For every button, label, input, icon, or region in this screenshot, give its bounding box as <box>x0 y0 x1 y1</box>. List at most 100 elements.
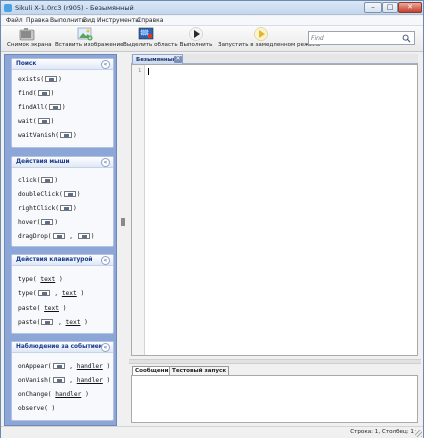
menu-run[interactable]: Выполнить <box>50 17 85 24</box>
insert-image-label: Вставить изображение <box>55 42 124 48</box>
cmd-text: ) <box>61 104 66 111</box>
cmd-waitvanish[interactable]: waitVanish() <box>18 132 77 139</box>
cmd-text: findAll( <box>18 104 48 111</box>
cmd-text: rightClick( <box>18 205 59 212</box>
cmd-observe[interactable]: observe( ) <box>18 405 55 412</box>
menu-help[interactable]: Справка <box>137 17 163 24</box>
panel-mouse-title: Действия мыши <box>16 159 70 165</box>
cmd-text: onVanish( <box>18 377 52 384</box>
cmd-exists[interactable]: exists() <box>18 76 62 83</box>
image-thumb-icon <box>41 319 54 325</box>
menu-edit[interactable]: Правка <box>26 17 49 24</box>
collapse-icon[interactable]: « <box>101 60 110 69</box>
cmd-text: hover( <box>18 219 41 226</box>
menu-view[interactable]: Вид <box>83 17 95 24</box>
cmd-text: ) <box>58 76 62 83</box>
sidebar-splitter[interactable] <box>119 54 128 426</box>
image-thumb-icon <box>52 377 65 383</box>
cmd-text: ) <box>76 191 81 198</box>
run-slow-button[interactable]: Запустить в замедленном режиме <box>218 27 320 51</box>
tab-untitled[interactable]: Безымянный ✕ <box>132 54 183 64</box>
cmd-text: ) <box>72 132 77 139</box>
text-caret <box>148 68 149 75</box>
cmd-type-image-text[interactable]: type( , text ) <box>18 290 84 297</box>
insert-image-icon <box>77 27 93 41</box>
close-button[interactable]: ✕ <box>398 2 422 13</box>
cmd-text: paste( <box>18 305 45 312</box>
cmd-text: ) <box>50 90 55 97</box>
cmd-onappear[interactable]: onAppear( , handler ) <box>18 363 110 370</box>
cmd-text: ) <box>102 363 111 370</box>
minimize-button[interactable]: – <box>364 2 382 13</box>
panel-keyboard-title: Действия клавиатурой <box>16 257 93 263</box>
splitter-grip-icon[interactable] <box>121 218 125 226</box>
menu-tools[interactable]: Инструменты <box>97 17 140 24</box>
cmd-onvanish[interactable]: onVanish( , handler ) <box>18 377 110 384</box>
cmd-text: type( <box>18 276 41 283</box>
cmd-find[interactable]: find() <box>18 90 54 97</box>
collapse-icon[interactable]: « <box>101 158 110 167</box>
collapse-icon[interactable]: « <box>101 256 110 265</box>
image-thumb-icon <box>48 104 61 110</box>
cmd-hover[interactable]: hover() <box>18 219 58 226</box>
cmd-text: ) <box>51 405 56 412</box>
panel-find-header[interactable]: Поиск « <box>12 59 113 70</box>
cmd-rightclick[interactable]: rightClick() <box>18 205 77 212</box>
cmd-text: ) <box>102 377 111 384</box>
cmd-text: , <box>65 363 77 370</box>
panel-find-title: Поиск <box>16 61 37 67</box>
search-input[interactable] <box>311 34 401 43</box>
cmd-arg: handler <box>55 391 82 398</box>
cmd-text: exists( <box>18 76 45 83</box>
screenshot-button[interactable]: Снимок экрана <box>7 27 52 51</box>
tab-close-icon[interactable]: ✕ <box>174 56 182 63</box>
image-thumb-icon <box>41 177 54 183</box>
cmd-text: ) <box>54 219 59 226</box>
cmd-text: , <box>50 290 62 297</box>
cmd-paste-text[interactable]: paste( text ) <box>18 305 66 312</box>
panel-keyboard-header[interactable]: Действия клавиатурой « <box>12 255 113 266</box>
menu-file[interactable]: Файл <box>6 17 23 24</box>
cmd-dragdrop[interactable]: dragDrop( , ) <box>18 233 94 240</box>
select-region-button[interactable]: Выделить область <box>123 27 178 51</box>
collapse-icon[interactable]: « <box>101 343 110 352</box>
tab-test-run[interactable]: Тестовый запуск <box>169 366 230 375</box>
editor-console-splitter[interactable] <box>129 359 421 364</box>
cmd-text: onChange( <box>18 391 56 398</box>
search-box <box>308 31 415 45</box>
cmd-arg: text <box>65 319 81 326</box>
select-region-icon <box>138 27 154 40</box>
run-button[interactable]: Выполнить <box>177 27 215 51</box>
cmd-text: ) <box>55 276 63 283</box>
cmd-onchange[interactable]: onChange( handler ) <box>18 391 89 398</box>
camera-icon <box>19 28 35 41</box>
cmd-text: type( <box>18 290 37 297</box>
cmd-text: ) <box>58 305 67 312</box>
maximize-button[interactable]: □ <box>382 2 398 13</box>
insert-image-button[interactable]: Вставить изображение <box>55 27 124 51</box>
code-editor[interactable] <box>131 64 418 356</box>
tab-label: Безымянный <box>136 57 177 63</box>
cmd-text: ) <box>76 290 85 297</box>
cmd-findall[interactable]: findAll() <box>18 104 66 111</box>
image-thumb-icon <box>37 290 50 296</box>
cmd-arg: text <box>40 276 56 283</box>
search-icon[interactable] <box>402 34 411 43</box>
cmd-text: paste( <box>18 319 41 326</box>
cmd-paste-image-text[interactable]: paste( , text ) <box>18 319 88 326</box>
app-icon <box>4 4 12 12</box>
cmd-wait[interactable]: wait() <box>18 118 54 125</box>
image-thumb-icon <box>45 76 58 82</box>
cmd-doubleclick[interactable]: doubleClick() <box>18 191 80 198</box>
cmd-text: doubleClick( <box>18 191 63 198</box>
panel-observe-header[interactable]: Наблюдение за событием « <box>12 342 113 353</box>
message-console[interactable] <box>131 375 418 423</box>
cmd-click[interactable]: click() <box>18 177 58 184</box>
resize-grip-icon[interactable] <box>415 430 422 437</box>
cmd-type-text[interactable]: type( text ) <box>18 276 63 283</box>
command-sidebar: Поиск « exists() find() findAll() wait()… <box>4 54 117 426</box>
image-thumb-icon <box>59 132 72 138</box>
cmd-arg: handler <box>76 377 103 384</box>
image-thumb-icon <box>52 363 65 369</box>
panel-mouse-header[interactable]: Действия мыши « <box>12 157 113 168</box>
